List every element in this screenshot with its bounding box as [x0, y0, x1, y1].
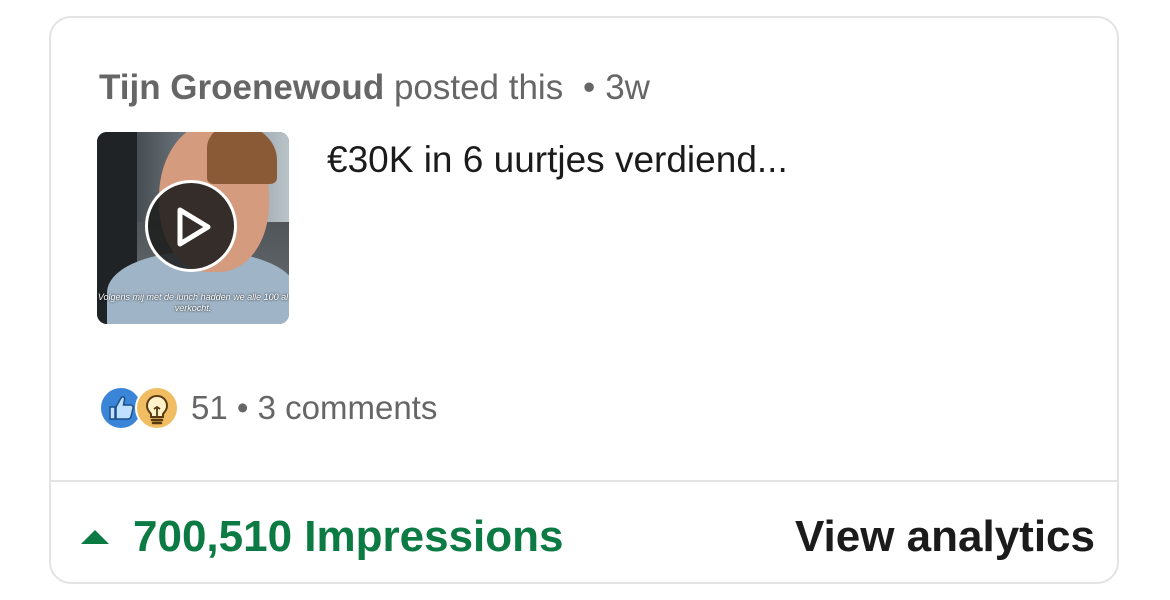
author-name[interactable]: Tijn Groenewoud [99, 68, 384, 107]
insightful-icon [135, 386, 179, 430]
video-caption: Volgens mij met de lunch hadden we alle … [97, 292, 289, 313]
reactions-separator: • [236, 389, 249, 426]
play-button[interactable] [145, 180, 237, 272]
reaction-count[interactable]: 51 [191, 389, 228, 426]
trend-up-icon [81, 530, 109, 544]
view-analytics-button[interactable]: View analytics [795, 512, 1095, 562]
post-age: 3w [605, 68, 650, 107]
post-header: Tijn Groenewoud posted this • 3w [99, 68, 650, 108]
play-icon [177, 207, 211, 247]
comments-count[interactable]: 3 comments [258, 389, 438, 426]
post-action: posted this [393, 68, 564, 107]
analytics-footer: 700,510 Impressions View analytics [51, 482, 1117, 582]
video-thumbnail[interactable]: Volgens mij met de lunch hadden we alle … [97, 132, 289, 324]
post-title[interactable]: €30K in 6 uurtjes verdiend... [327, 138, 788, 182]
impressions-label: 700,510 Impressions [133, 512, 564, 561]
header-separator: • [582, 68, 596, 107]
post-analytics-card[interactable]: Tijn Groenewoud posted this • 3w Volgens … [49, 16, 1119, 584]
thumbnail-person-hair [207, 132, 277, 184]
impressions-stat[interactable]: 700,510 Impressions [81, 512, 563, 562]
reactions-text: 51 • 3 comments [191, 388, 437, 428]
